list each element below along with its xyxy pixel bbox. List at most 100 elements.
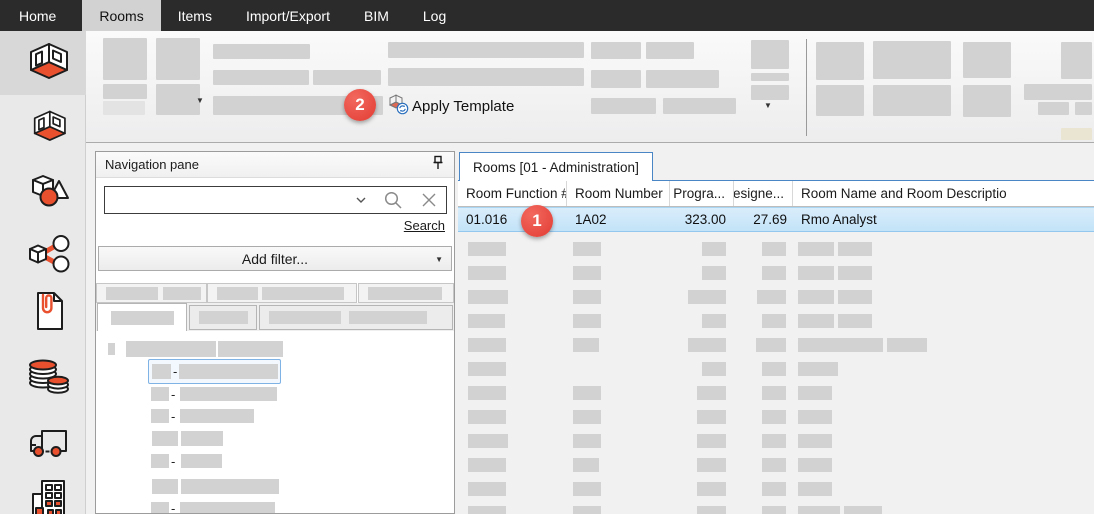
navigation-tab[interactable]	[189, 305, 257, 330]
redacted-ribbon-control	[816, 42, 864, 80]
navigation-search-box	[104, 186, 447, 214]
dropdown-caret-icon[interactable]: ▼	[196, 97, 204, 105]
rooms-icon[interactable]	[26, 104, 72, 150]
add-filter-label: Add filter...	[242, 251, 308, 267]
search-icon[interactable]	[374, 187, 412, 213]
redacted-ribbon-control	[751, 40, 789, 69]
room-row-redacted[interactable]	[458, 405, 1094, 429]
redacted-tree-label	[181, 454, 222, 468]
logistics-icon[interactable]	[26, 418, 72, 464]
redacted-ribbon-control	[1038, 102, 1069, 115]
ribbon-group-divider	[806, 39, 807, 136]
room-row-redacted[interactable]	[458, 333, 1094, 357]
room-row-redacted[interactable]	[458, 381, 1094, 405]
redacted-ribbon-control	[213, 44, 310, 59]
room-row-redacted[interactable]	[458, 477, 1094, 501]
redacted-cell	[762, 482, 786, 496]
column-header-designe[interactable]: Designe...	[734, 181, 793, 206]
navigation-pane: Navigation pane	[95, 151, 455, 514]
room-row-redacted[interactable]	[458, 309, 1094, 333]
redacted-cell	[762, 386, 786, 400]
apply-template-icon	[387, 93, 409, 120]
redacted-cell	[798, 290, 834, 304]
search-input[interactable]	[105, 187, 348, 213]
redacted-ribbon-control	[103, 101, 145, 115]
redacted-tree-label	[152, 431, 178, 446]
topbar-tab-import-export[interactable]: Import/Export	[229, 0, 347, 31]
redacted-tree-label	[108, 343, 115, 355]
room-row-redacted[interactable]	[458, 357, 1094, 381]
redacted-cell	[762, 242, 786, 256]
redacted-cell	[573, 242, 601, 256]
redacted-cell	[702, 314, 726, 328]
room-row-redacted[interactable]	[458, 453, 1094, 477]
room-row-redacted[interactable]	[458, 261, 1094, 285]
redacted-cell	[688, 290, 726, 304]
finance-icon[interactable]	[26, 352, 72, 398]
search-link[interactable]: Search	[404, 218, 445, 233]
redacted-cell	[756, 338, 786, 352]
room-row-redacted[interactable]	[458, 501, 1094, 514]
redacted-cell	[798, 266, 834, 280]
redacted-ribbon-control	[646, 42, 694, 59]
redacted-cell	[573, 434, 601, 448]
navigation-pane-header: Navigation pane	[96, 152, 454, 178]
redacted-cell	[798, 434, 832, 448]
dropdown-caret-icon[interactable]: ▼	[764, 102, 772, 110]
pin-icon[interactable]	[431, 155, 445, 174]
redacted-cell	[844, 506, 882, 514]
items-icon[interactable]	[26, 168, 72, 214]
rooms-document-tab[interactable]: Rooms [01 - Administration]	[459, 152, 653, 181]
redacted-cell	[468, 482, 506, 496]
tree-dash: -	[171, 390, 175, 400]
room-row-redacted[interactable]	[458, 429, 1094, 453]
redacted-cell	[798, 242, 834, 256]
item-links-icon[interactable]	[26, 232, 72, 278]
room-row-redacted[interactable]	[458, 237, 1094, 261]
topbar-tab-items[interactable]: Items	[161, 0, 229, 31]
redacted-cell	[798, 506, 840, 514]
column-header-room-function[interactable]: Room Function #	[458, 181, 567, 206]
building-icon[interactable]	[26, 478, 72, 514]
apply-template-button[interactable]: Apply Template	[387, 93, 514, 119]
redacted-cell	[762, 266, 786, 280]
column-header-progra[interactable]: Progra...	[670, 181, 734, 206]
navigation-tab[interactable]	[259, 305, 453, 330]
redacted-cell	[468, 314, 505, 328]
filter-chip[interactable]	[207, 283, 357, 303]
redacted-cell	[468, 506, 506, 514]
add-filter-caret-icon: ▼	[435, 256, 443, 264]
redacted-cell	[702, 242, 726, 256]
documents-icon[interactable]	[26, 288, 72, 334]
topbar-tab-bim[interactable]: BIM	[347, 0, 406, 31]
room-row-redacted[interactable]	[458, 285, 1094, 309]
redacted-cell	[702, 266, 726, 280]
redacted-tree-label	[126, 341, 216, 357]
redacted-cell	[838, 242, 872, 256]
search-history-chevron-icon[interactable]	[348, 187, 374, 213]
topbar-tab-rooms[interactable]: Rooms	[82, 0, 160, 31]
selected-room-row[interactable]: 01.016 1A02 323.00 27.69 Rmo Analyst	[458, 207, 1094, 232]
redacted-ribbon-control	[963, 42, 1011, 78]
redacted-ribbon-control	[873, 85, 951, 116]
room-overview-icon[interactable]	[26, 41, 72, 87]
redacted-ribbon-control	[1061, 128, 1092, 140]
add-filter-button[interactable]: Add filter... ▼	[98, 246, 452, 271]
redacted-ribbon-control	[816, 85, 864, 116]
topbar-tab-log[interactable]: Log	[406, 0, 463, 31]
rooms-panel: Rooms [01 - Administration] Room Functio…	[458, 151, 1094, 514]
navigation-tab-selected[interactable]	[97, 303, 187, 331]
redacted-cell	[798, 458, 832, 472]
redacted-cell	[838, 290, 872, 304]
clear-search-icon[interactable]	[412, 187, 446, 213]
column-header-room-number[interactable]: Room Number	[567, 181, 670, 206]
redacted-tree-label	[179, 364, 278, 379]
column-header-room-name-and-room-descriptio[interactable]: Room Name and Room Descriptio	[793, 181, 1094, 206]
filter-chip[interactable]	[358, 283, 454, 303]
redacted-cell	[798, 410, 832, 424]
redacted-cell	[697, 386, 726, 400]
redacted-tree-label	[151, 454, 169, 468]
filter-chip[interactable]	[96, 283, 207, 303]
home-menu[interactable]: Home	[0, 0, 82, 31]
redacted-cell	[697, 506, 726, 514]
